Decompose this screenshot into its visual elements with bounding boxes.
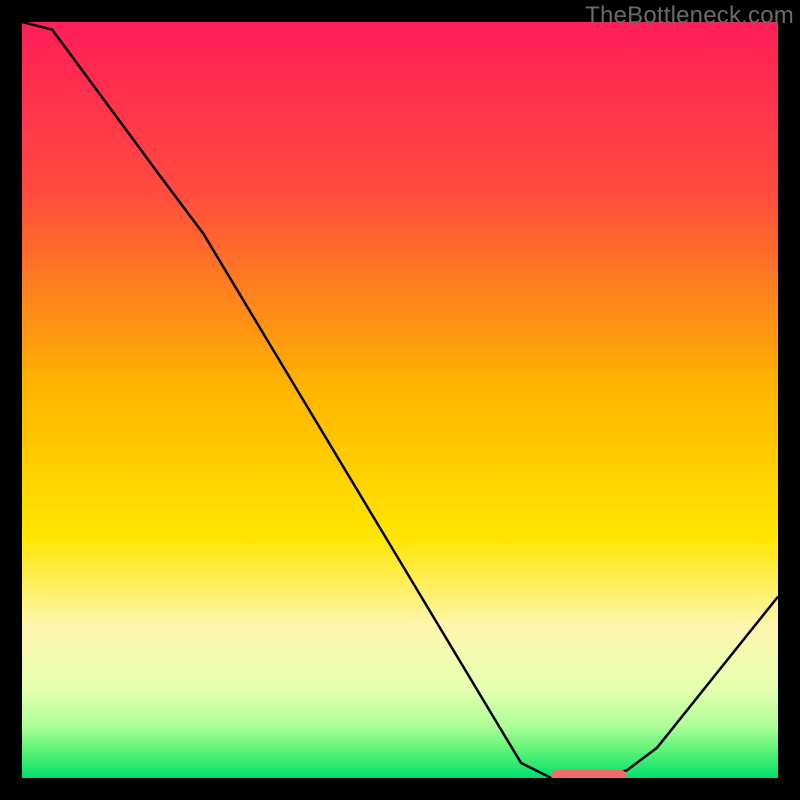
gradient-background <box>22 22 778 778</box>
chart-container: TheBottleneck.com <box>0 0 800 800</box>
plot-area <box>22 22 778 778</box>
watermark: TheBottleneck.com <box>585 2 794 30</box>
chart-svg <box>22 22 778 778</box>
optimal-range-marker <box>551 770 627 778</box>
